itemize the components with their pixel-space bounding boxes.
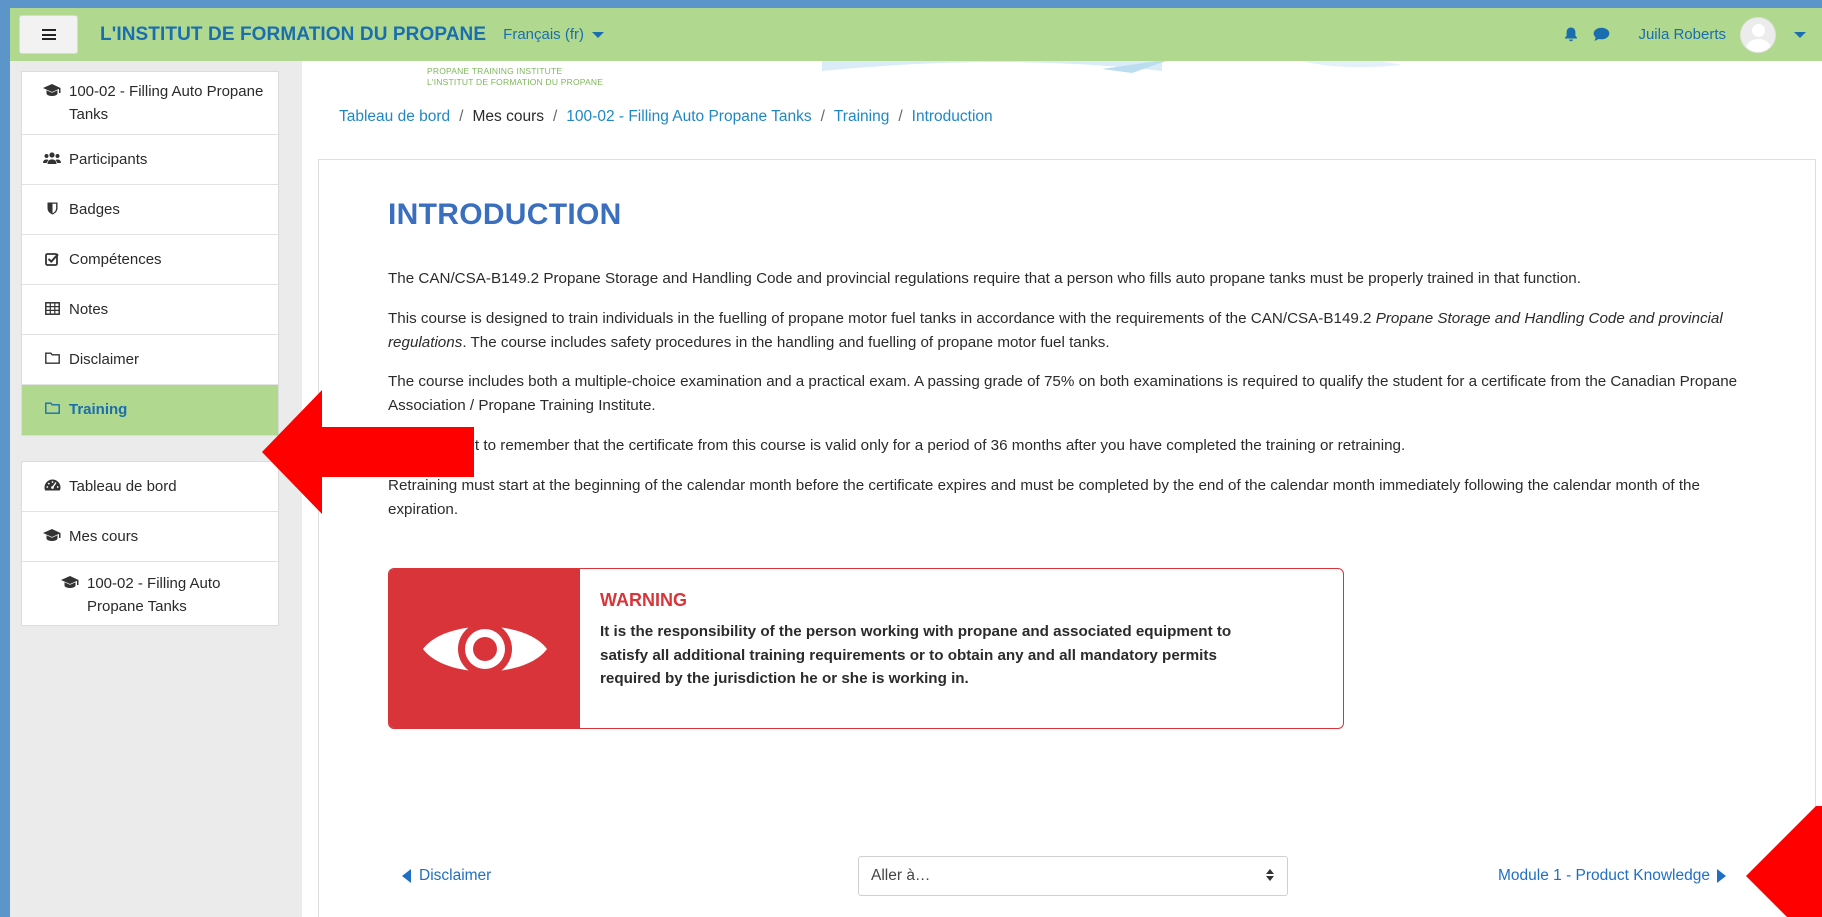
activity-navigation: Disclaimer Aller à… Module 1 - Product K… — [388, 856, 1822, 898]
sidebar-item-badges[interactable]: Badges — [22, 185, 278, 235]
warning-icon-panel — [389, 569, 580, 728]
next-activity-label: Module 1 - Product Knowledge — [1498, 867, 1710, 884]
sidebar-item-label: Notes — [69, 301, 109, 318]
graduation-cap-icon — [60, 572, 80, 589]
users-icon — [42, 148, 62, 165]
intro-paragraph-4: It is important to remember that the cer… — [388, 437, 1406, 454]
chevron-down-icon[interactable] — [1794, 31, 1806, 38]
chevron-down-icon — [592, 31, 604, 38]
table-icon — [42, 298, 62, 315]
sidebar-item-label: Badges — [69, 201, 120, 218]
sidebar-item-competences[interactable]: Compétences — [22, 235, 278, 285]
intro-paragraph-2-text-end: . The course includes safety procedures … — [462, 333, 1110, 351]
breadcrumb-separator: / — [820, 108, 825, 125]
site-brand[interactable]: L'INSTITUT DE FORMATION DU PROPANE — [100, 24, 486, 46]
graduation-cap-icon — [42, 525, 62, 542]
sidebar-item-course-link[interactable]: 100-02 - Filling Auto Propane Tanks — [22, 562, 278, 625]
language-menu[interactable]: Français (fr) — [503, 26, 604, 43]
caret-left-icon — [402, 869, 411, 883]
check-square-icon — [42, 248, 62, 266]
course-banner: PROPANE TRAINING INSTITUTE L'INSTITUT DE… — [302, 61, 1822, 101]
intro-paragraph-2: This course is designed to train individ… — [388, 307, 1750, 354]
eye-icon — [422, 621, 547, 676]
page-title: INTRODUCTION — [388, 198, 622, 231]
sidebar-item-label: 100-02 - Filling Auto Propane Tanks — [69, 83, 264, 123]
folder-icon — [42, 398, 62, 414]
breadcrumb-course[interactable]: 100-02 - Filling Auto Propane Tanks — [566, 108, 811, 126]
sidebar-item-label: Disclaimer — [69, 351, 140, 368]
graduation-cap-icon — [42, 80, 62, 97]
caret-right-icon — [1716, 869, 1726, 883]
breadcrumb-introduction[interactable]: Introduction — [912, 108, 993, 126]
select-arrows-icon — [1266, 869, 1274, 881]
user-name[interactable]: Juila Roberts — [1638, 26, 1726, 43]
sidebar-item-participants[interactable]: Participants — [22, 135, 278, 185]
intro-paragraph-1: The CAN/CSA-B149.2 Propane Storage and H… — [388, 270, 1581, 287]
breadcrumb-separator: / — [552, 108, 558, 125]
sidebar-item-label: Mes cours — [69, 528, 139, 545]
sidebar-item-label: Training — [69, 401, 128, 418]
warning-callout: WARNING It is the responsibility of the … — [388, 568, 1344, 729]
banner-text-en: PROPANE TRAINING INSTITUTE — [427, 66, 563, 76]
sidebar-item-disclaimer[interactable]: Disclaimer — [22, 335, 278, 385]
intro-paragraph-3: The course includes both a multiple-choi… — [388, 373, 1738, 414]
breadcrumb-training[interactable]: Training — [834, 108, 889, 126]
sidebar-item-course[interactable]: 100-02 - Filling Auto Propane Tanks — [22, 72, 278, 135]
browser-viewport: L'INSTITUT DE FORMATION DU PROPANE Franç… — [10, 8, 1822, 917]
warning-body: It is the responsibility of the person w… — [600, 623, 1232, 687]
intro-paragraph-2-text: This course is designed to train individ… — [388, 310, 1376, 327]
annotation-arrow-right — [1746, 806, 1822, 917]
jump-to-value: Aller à… — [871, 867, 931, 884]
intro-paragraph-5: Retraining must start at the beginning o… — [388, 477, 1700, 518]
site-nav-group: Tableau de bord Mes cours 100-02 - Filli… — [21, 461, 279, 626]
shield-icon — [42, 198, 62, 215]
breadcrumb: Tableau de bord / Mes cours / 100-02 - F… — [339, 108, 993, 126]
left-drawer: 100-02 - Filling Auto Propane Tanks Part… — [10, 61, 302, 917]
annotation-arrow-left — [262, 390, 474, 514]
sidebar-item-label: Participants — [69, 151, 148, 168]
previous-activity-label: Disclaimer — [419, 867, 492, 884]
top-navbar: L'INSTITUT DE FORMATION DU PROPANE Franç… — [10, 8, 1822, 61]
dashboard-icon — [42, 475, 62, 491]
sidebar-item-label: Compétences — [69, 251, 162, 268]
jump-to-select[interactable]: Aller à… — [858, 856, 1288, 896]
sidebar-item-label: Tableau de bord — [69, 478, 177, 495]
sidebar-item-training[interactable]: Training — [22, 385, 278, 435]
hamburger-menu-icon — [41, 29, 56, 40]
breadcrumb-separator: / — [898, 108, 903, 125]
chat-bubble-icon[interactable] — [1592, 26, 1610, 44]
banner-text-fr: L'INSTITUT DE FORMATION DU PROPANE — [427, 77, 604, 87]
sidebar-item-label: 100-02 - Filling Auto Propane Tanks — [87, 575, 221, 615]
drawer-toggle-button[interactable] — [19, 15, 78, 54]
warning-title: WARNING — [600, 590, 687, 610]
breadcrumb-dashboard[interactable]: Tableau de bord — [339, 108, 450, 126]
folder-icon — [42, 348, 62, 364]
next-activity-link[interactable]: Module 1 - Product Knowledge — [1498, 867, 1726, 885]
breadcrumb-my-courses: Mes cours — [472, 108, 544, 125]
sidebar-item-dashboard[interactable]: Tableau de bord — [22, 462, 278, 512]
sidebar-item-notes[interactable]: Notes — [22, 285, 278, 335]
avatar[interactable] — [1740, 16, 1776, 53]
previous-activity-link[interactable]: Disclaimer — [402, 867, 491, 885]
bell-icon[interactable] — [1562, 26, 1580, 44]
language-label: Français (fr) — [503, 26, 584, 43]
sidebar-item-my-courses[interactable]: Mes cours — [22, 512, 278, 562]
course-nav-group: 100-02 - Filling Auto Propane Tanks Part… — [21, 71, 279, 436]
breadcrumb-separator: / — [459, 108, 464, 125]
